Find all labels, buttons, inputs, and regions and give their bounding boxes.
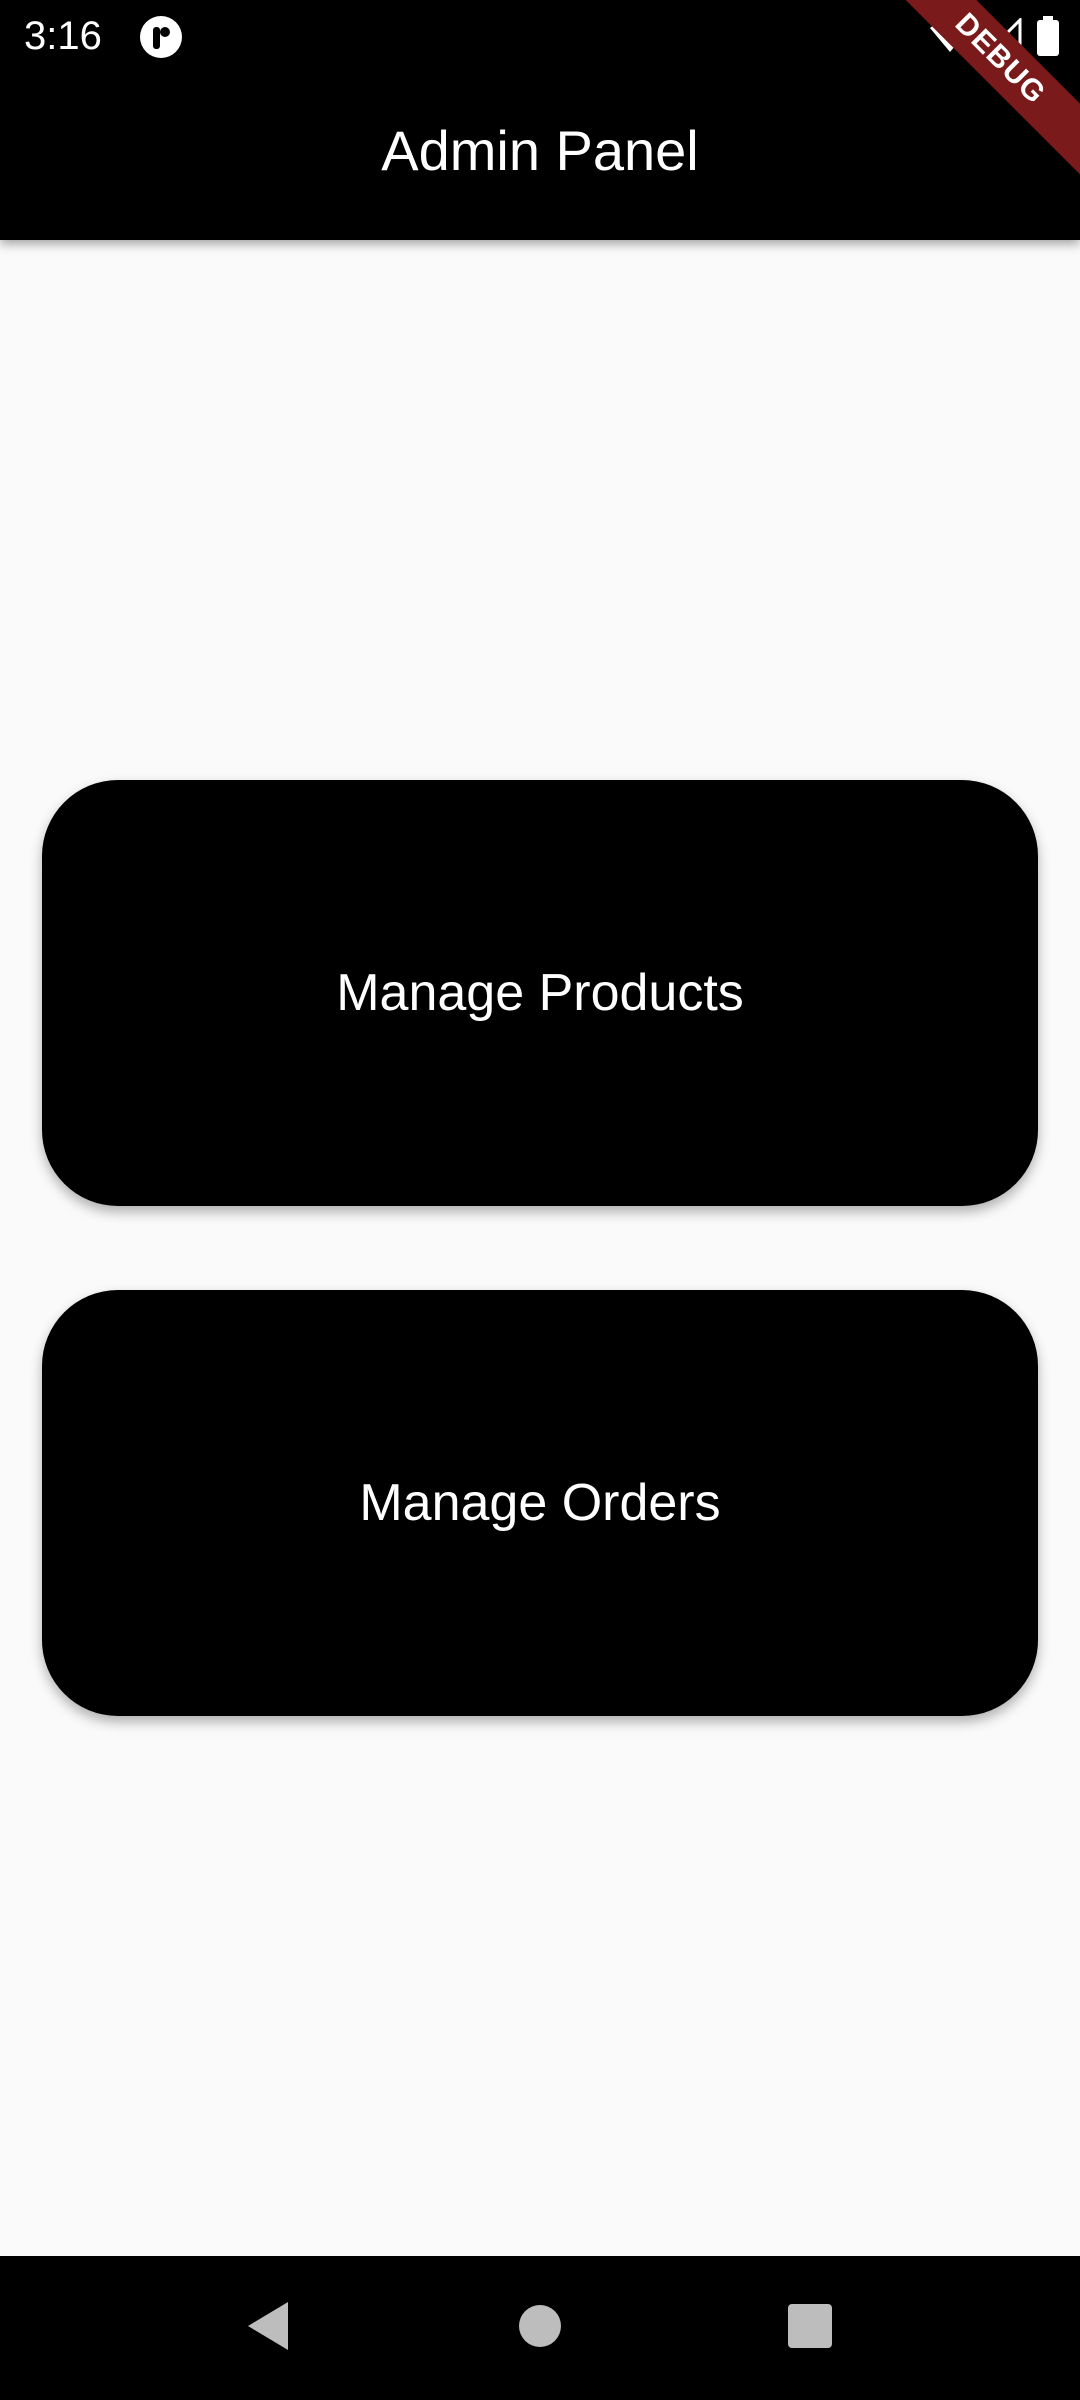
- admin-panel-screen: 3:16 Admin Panel DEBUG Manage Products M…: [0, 0, 1080, 2400]
- status-time: 3:16: [24, 14, 102, 58]
- app-bar: 3:16 Admin Panel: [0, 0, 1080, 240]
- app-badge-icon: [140, 16, 182, 58]
- battery-icon: [1036, 16, 1060, 56]
- home-circle-icon: [518, 2304, 562, 2353]
- manage-orders-button[interactable]: Manage Orders: [42, 1290, 1038, 1716]
- recents-square-icon: [787, 2303, 833, 2354]
- manage-orders-label: Manage Orders: [359, 1474, 721, 1532]
- system-navigation-bar: [0, 2256, 1080, 2400]
- manage-products-label: Manage Products: [336, 964, 744, 1022]
- back-triangle-icon: [244, 2300, 292, 2357]
- home-button[interactable]: [470, 2256, 610, 2400]
- recents-button[interactable]: [740, 2256, 880, 2400]
- manage-products-button[interactable]: Manage Products: [42, 780, 1038, 1206]
- back-button[interactable]: [198, 2256, 338, 2400]
- page-title: Admin Panel: [381, 119, 699, 182]
